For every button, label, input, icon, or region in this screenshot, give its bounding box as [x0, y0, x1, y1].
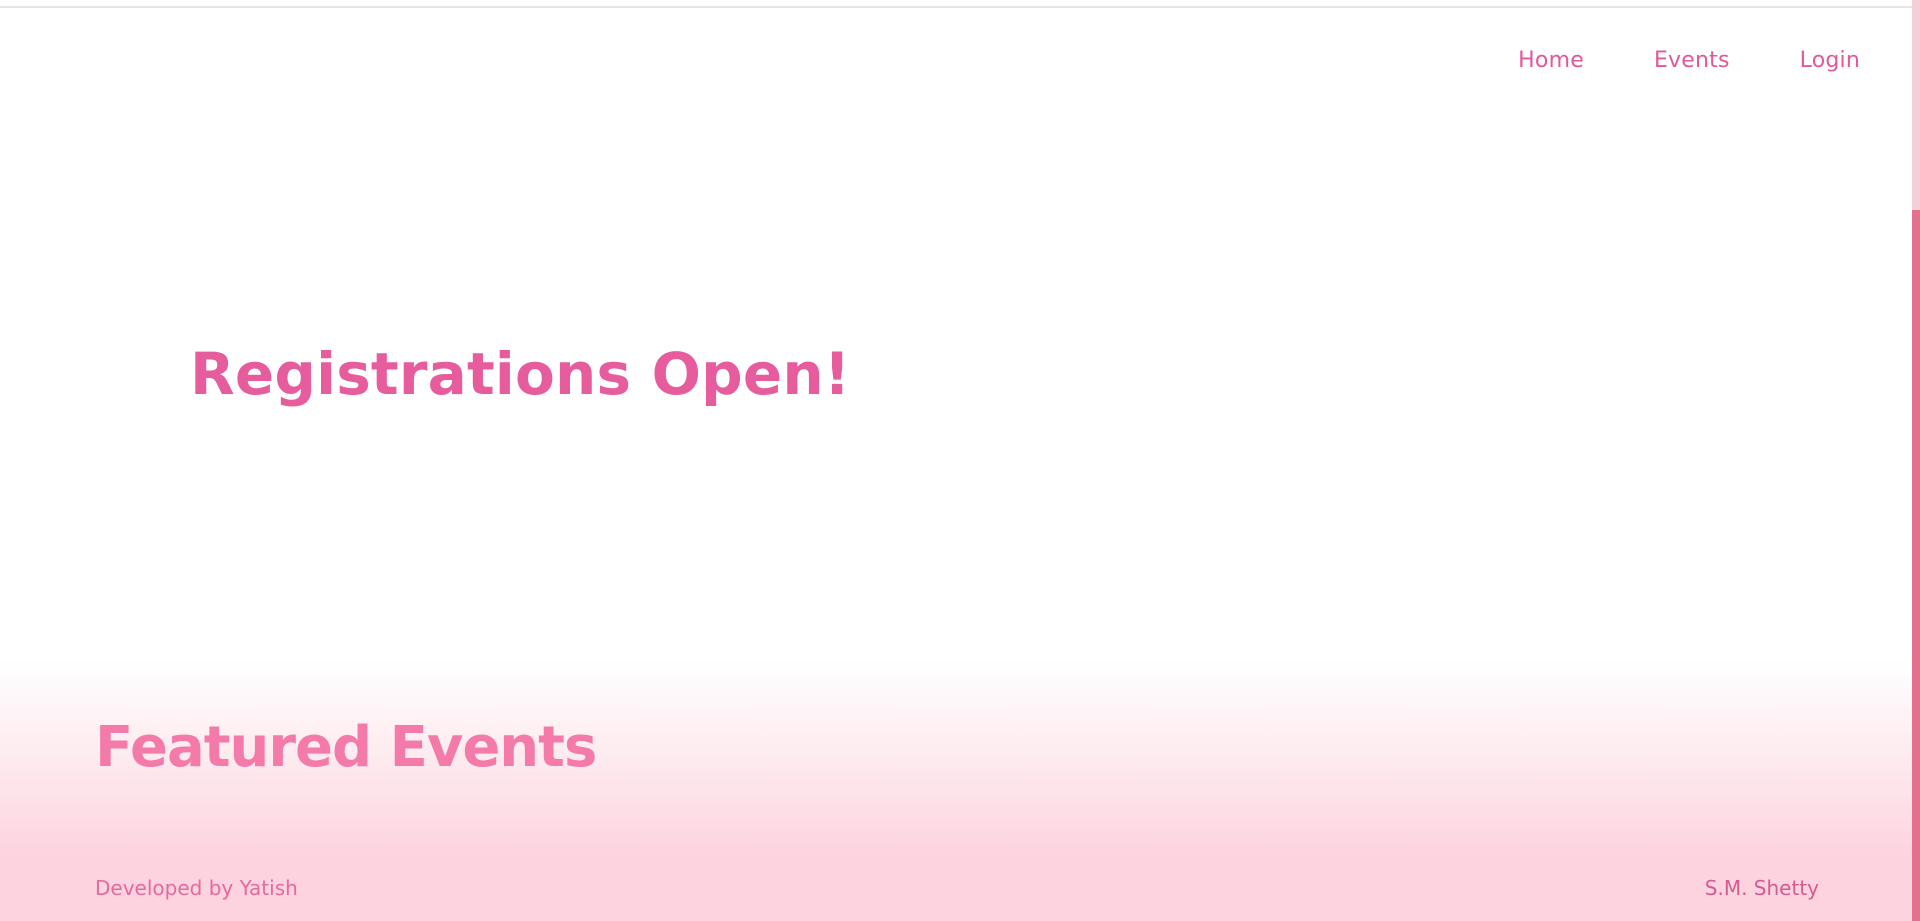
- featured-events-title: Featured Events: [95, 715, 597, 780]
- hero-title: Registrations Open!: [190, 340, 851, 408]
- top-border: [0, 0, 1912, 8]
- page-root: Home Events Login Registrations Open! Fe…: [0, 0, 1920, 921]
- nav-login-link[interactable]: Login: [1800, 48, 1860, 73]
- scrollbar-thumb[interactable]: [1912, 210, 1920, 921]
- footer-developer-credit: Developed by Yatish: [95, 876, 298, 900]
- nav-events-link[interactable]: Events: [1654, 48, 1730, 73]
- footer-author-name: S.M. Shetty: [1704, 876, 1819, 900]
- nav-home-link[interactable]: Home: [1518, 48, 1584, 73]
- main-nav: Home Events Login: [1518, 48, 1860, 73]
- vertical-scrollbar[interactable]: [1912, 0, 1920, 921]
